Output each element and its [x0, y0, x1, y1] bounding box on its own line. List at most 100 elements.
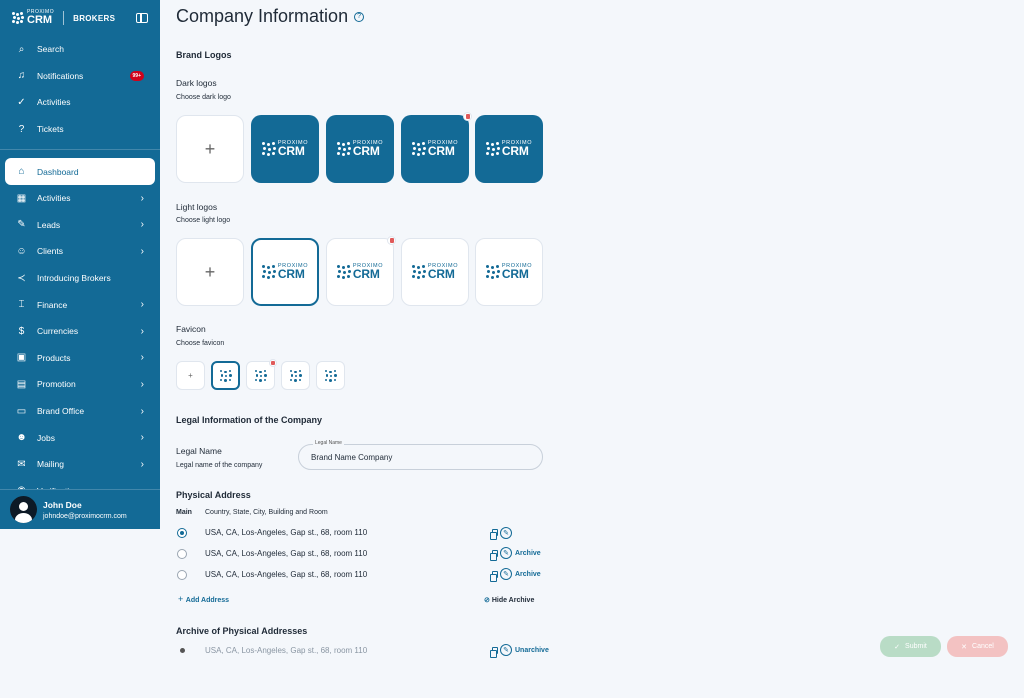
bell-icon: ♫	[17, 70, 26, 82]
notification-badge: 99+	[129, 70, 144, 81]
archived-address-text: USA, CA, Los-Angeles, Gap st., 68, room …	[205, 646, 368, 655]
plus-icon: +	[204, 138, 216, 159]
sidebar-item-leads[interactable]: ✎ Leads ›	[0, 212, 160, 239]
user-name: John Doe	[43, 499, 82, 510]
light-logo-option[interactable]: PROXIMO CRM	[475, 238, 543, 306]
sidebar-item-jobs[interactable]: ☻ Jobs ›	[0, 424, 160, 451]
header-divider	[63, 11, 65, 25]
archive-link[interactable]: Archive	[515, 550, 541, 557]
sidebar-item-label: Jobs	[37, 432, 55, 443]
add-address-button[interactable]: + Add Address	[178, 594, 229, 604]
proximo-crm-logo: PROXIMO CRM	[411, 263, 458, 281]
favicon-mark-icon	[324, 369, 337, 382]
sidebar-item-promotion[interactable]: ▤ Promotion ›	[0, 371, 160, 398]
copy-icon[interactable]	[490, 550, 498, 561]
light-logo-option-selected[interactable]: PROXIMO CRM	[251, 238, 319, 306]
add-light-logo-button[interactable]: +	[176, 238, 244, 306]
sidebar-item-activities[interactable]: ▦ Activities ›	[0, 185, 160, 212]
add-favicon-button[interactable]: +	[176, 361, 205, 390]
main-address-radio[interactable]	[177, 549, 187, 559]
submit-button[interactable]: ✓ Submit	[880, 636, 941, 657]
promotion-icon: ▤	[16, 378, 27, 390]
dark-logo-option[interactable]: PROXIMO CRM	[401, 112, 472, 183]
logo-mark-icon	[261, 264, 277, 280]
sidebar-item-activities-top[interactable]: ✓ Activities	[0, 89, 160, 116]
main-address-radio[interactable]	[177, 528, 187, 538]
logo-mark-icon	[12, 12, 24, 24]
sidebar-collapse-icon[interactable]	[136, 13, 148, 23]
plus-icon: +	[204, 261, 216, 282]
avatar	[10, 496, 37, 523]
logo-mark-icon	[411, 264, 427, 280]
sidebar-item-introducing-brokers[interactable]: ≺ Introducing Brokers	[0, 265, 160, 292]
copy-icon[interactable]	[490, 647, 498, 658]
dark-logo-option[interactable]: PROXIMO CRM	[326, 115, 394, 183]
dark-logos-label: Dark logos	[176, 78, 217, 88]
delete-icon[interactable]	[387, 236, 396, 245]
add-dark-logo-button[interactable]: +	[176, 115, 244, 183]
dark-logo-option[interactable]: PROXIMO CRM	[475, 115, 543, 183]
dark-logos-sublabel: Choose dark logo	[176, 94, 231, 101]
logo-mark-icon	[336, 141, 352, 157]
calendar-icon: ▦	[16, 192, 27, 204]
logo-big-text: CRM	[352, 266, 380, 281]
hide-archive-button[interactable]: ⊘ Hide Archive	[484, 596, 534, 604]
user-profile[interactable]: John Doe johndoe@proximocrm.com	[0, 489, 160, 529]
favicon-option[interactable]	[246, 359, 277, 390]
logo-big-text: CRM	[427, 266, 455, 281]
sidebar-item-tickets[interactable]: ? Tickets	[0, 116, 160, 143]
favicon-option[interactable]	[316, 361, 345, 390]
address-text: USA, CA, Los-Angeles, Gap st., 68, room …	[205, 528, 368, 537]
legal-name-input[interactable]: Legal Name Brand Name Company	[298, 440, 543, 470]
delete-icon[interactable]	[269, 359, 277, 367]
help-icon[interactable]: ?	[354, 11, 365, 22]
sidebar-item-brand-office[interactable]: ▭ Brand Office ›	[0, 398, 160, 425]
chevron-right-icon: ›	[140, 219, 144, 231]
edit-icon[interactable]: ✎	[500, 527, 512, 539]
favicon-option[interactable]	[281, 361, 310, 390]
light-logo-option[interactable]: PROXIMO CRM	[401, 238, 469, 306]
edit-icon[interactable]: ✎	[500, 568, 512, 580]
sidebar-item-label: Promotion	[37, 379, 76, 390]
copy-icon[interactable]	[490, 529, 498, 540]
sidebar-item-label: Products	[37, 352, 71, 363]
edit-icon[interactable]: ✎	[500, 644, 512, 656]
eye-off-icon: ⊘	[484, 597, 492, 604]
copy-icon[interactable]	[490, 571, 498, 582]
chevron-right-icon: ›	[140, 192, 144, 204]
mail-icon: ✉	[17, 458, 26, 470]
sidebar-item-products[interactable]: ▣ Products ›	[0, 345, 160, 372]
address-column-header: Country, State, City, Building and Room	[205, 509, 328, 516]
chevron-right-icon: ›	[140, 432, 144, 444]
edit-icon[interactable]: ✎	[500, 547, 512, 559]
favicon-mark-icon	[219, 369, 232, 382]
sidebar-item-label: Activities	[37, 97, 71, 108]
delete-icon[interactable]	[463, 112, 472, 121]
sidebar-item-clients[interactable]: ☺ Clients ›	[0, 238, 160, 265]
users-icon: ☺	[16, 245, 27, 257]
check-icon: ✓	[894, 643, 901, 651]
sidebar-item-notifications[interactable]: ♫ Notifications 99+	[0, 63, 160, 90]
sidebar-item-currencies[interactable]: $ Currencies ›	[0, 318, 160, 345]
sidebar-item-dashboard[interactable]: ⌂ Dashboard	[5, 158, 155, 185]
logo-mark-icon	[485, 264, 501, 280]
main-column-header: Main	[176, 509, 192, 516]
sidebar-item-finance[interactable]: ⌶ Finance ›	[0, 291, 160, 318]
proximo-crm-logo: PROXIMO CRM	[485, 263, 532, 281]
sidebar-item-mailing[interactable]: ✉ Mailing ›	[0, 451, 160, 478]
logo-mark-icon	[336, 264, 352, 280]
dark-logo-option[interactable]: PROXIMO CRM	[251, 115, 319, 183]
archive-link[interactable]: Archive	[515, 571, 541, 578]
sidebar-item-search[interactable]: ⌕ Search	[0, 36, 160, 63]
light-logo-option[interactable]: PROXIMO CRM	[326, 236, 396, 306]
chevron-right-icon: ›	[140, 378, 144, 390]
favicon-option-selected[interactable]	[211, 361, 240, 390]
app-logo[interactable]: PROXIMO CRM	[12, 10, 54, 26]
sidebar-item-label: Leads	[37, 219, 61, 230]
main-address-radio[interactable]	[177, 570, 187, 580]
cancel-button[interactable]: ✕ Cancel	[947, 636, 1008, 657]
unarchive-link[interactable]: Unarchive	[515, 647, 549, 654]
legal-info-heading: Legal Information of the Company	[176, 415, 323, 425]
address-text: USA, CA, Los-Angeles, Gap st., 68, room …	[205, 570, 368, 579]
logo-big-text: CRM	[501, 143, 529, 158]
